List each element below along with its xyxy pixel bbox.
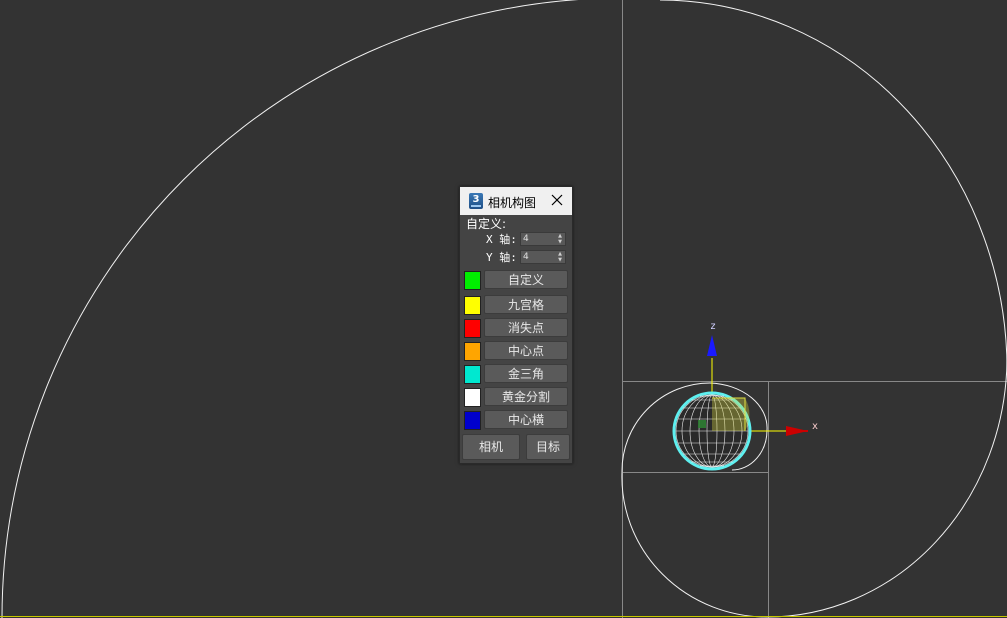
panel-titlebar[interactable]: 3 相机构图: [460, 187, 572, 215]
y-axis-spinner[interactable]: ▲ ▼: [520, 250, 566, 264]
center-point-button[interactable]: 中心点: [484, 341, 568, 360]
z-axis-label: z: [710, 321, 717, 332]
y-axis-field-label: Y 轴:: [486, 251, 517, 264]
center-point-color-swatch[interactable]: [464, 342, 481, 361]
custom-section-label: 自定义:: [466, 217, 507, 231]
guide-row-golden-ratio: 黄金分割: [460, 387, 572, 407]
y-axis-input[interactable]: [521, 251, 557, 263]
close-icon[interactable]: [548, 191, 566, 209]
3ds-max-icon: 3: [469, 193, 483, 209]
rule-of-thirds-color-swatch[interactable]: [464, 296, 481, 315]
guide-row-golden-triangle: 金三角: [460, 364, 572, 384]
guide-row-rule-of-thirds: 九宫格: [460, 295, 572, 315]
x-axis-label: x: [812, 421, 819, 432]
x-axis-input[interactable]: [521, 233, 557, 245]
y-axis-down-icon[interactable]: ▼: [556, 257, 564, 263]
camera-button[interactable]: 相机: [462, 434, 520, 460]
golden-triangle-button[interactable]: 金三角: [484, 364, 568, 383]
wireframe-sphere: [672, 391, 752, 471]
camera-composition-panel: 3 相机构图 自定义: X 轴: ▲ ▼ Y 轴: ▲ ▼ 自定义 九宫格 消失…: [459, 186, 573, 464]
golden-triangle-color-swatch[interactable]: [464, 365, 481, 384]
x-axis-down-icon[interactable]: ▼: [556, 239, 564, 245]
golden-ratio-color-swatch[interactable]: [464, 388, 481, 407]
guide-row-center-horizontal: 中心横: [460, 410, 572, 430]
golden-grid-lines: [622, 0, 1007, 618]
guide-row-custom: 自定义: [460, 270, 572, 290]
rule-of-thirds-button[interactable]: 九宫格: [484, 295, 568, 314]
vanishing-point-button[interactable]: 消失点: [484, 318, 568, 337]
vanishing-point-color-swatch[interactable]: [464, 319, 481, 338]
guide-row-vanishing-point: 消失点: [460, 318, 572, 338]
custom-color-swatch[interactable]: [464, 271, 481, 290]
center-horizontal-button[interactable]: 中心横: [484, 410, 568, 429]
center-horizontal-color-swatch[interactable]: [464, 411, 481, 430]
x-axis-spinner[interactable]: ▲ ▼: [520, 232, 566, 246]
x-axis-field-label: X 轴:: [486, 233, 517, 246]
target-button[interactable]: 目标: [526, 434, 570, 460]
guide-row-center-point: 中心点: [460, 341, 572, 361]
panel-title: 相机构图: [488, 196, 537, 210]
golden-ratio-button[interactable]: 黄金分割: [484, 387, 568, 406]
custom-guide-button[interactable]: 自定义: [484, 270, 568, 289]
